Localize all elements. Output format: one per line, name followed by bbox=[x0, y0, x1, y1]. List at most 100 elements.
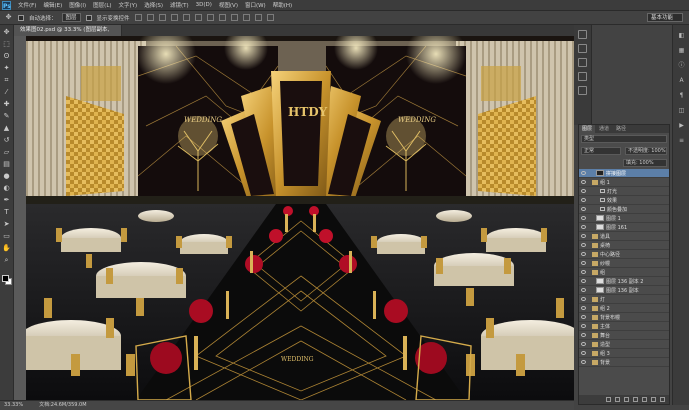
auto-select-dropdown[interactable]: 图层 bbox=[61, 13, 81, 22]
brush-icon[interactable]: ✎ bbox=[2, 112, 11, 121]
layer-row[interactable]: 灯光 bbox=[579, 187, 669, 196]
3d-pan-icon[interactable] bbox=[266, 14, 274, 21]
magic-wand-icon[interactable]: ✦ bbox=[2, 64, 11, 73]
layer-row[interactable]: 背景布幔 bbox=[579, 313, 669, 322]
adjustments-panel-icon[interactable] bbox=[578, 58, 587, 67]
align-middle-icon[interactable] bbox=[146, 14, 154, 21]
visibility-eye-icon[interactable] bbox=[581, 306, 586, 310]
layer-row[interactable]: 桌椅 bbox=[579, 241, 669, 250]
visibility-eye-icon[interactable] bbox=[581, 342, 586, 346]
healing-brush-icon[interactable]: ✚ bbox=[2, 100, 11, 109]
visibility-eye-icon[interactable] bbox=[581, 279, 586, 283]
crop-icon[interactable]: ⌗ bbox=[2, 76, 11, 85]
layer-kind-filter[interactable]: 类型 bbox=[581, 135, 667, 143]
layer-row[interactable]: 图层 161 bbox=[579, 223, 669, 232]
new-adjustment-icon[interactable] bbox=[633, 397, 638, 402]
layer-comps-panel-icon[interactable]: ≡ bbox=[677, 136, 686, 145]
info-panel-icon[interactable]: ⓘ bbox=[677, 61, 686, 70]
auto-select-checkbox[interactable] bbox=[18, 14, 24, 21]
layer-row[interactable]: 舞台 bbox=[579, 331, 669, 340]
layer-row[interactable]: 图层 136 副本 bbox=[579, 286, 669, 295]
visibility-eye-icon[interactable] bbox=[581, 207, 586, 211]
zoom-icon[interactable]: ⌕ bbox=[2, 256, 11, 265]
paragraph-panel-icon[interactable]: ¶ bbox=[677, 91, 686, 100]
type-icon[interactable]: T bbox=[2, 208, 11, 217]
new-layer-icon[interactable] bbox=[651, 397, 656, 402]
lasso-icon[interactable]: ʘ bbox=[2, 52, 11, 61]
visibility-eye-icon[interactable] bbox=[581, 351, 586, 355]
layer-row[interactable]: 效果 bbox=[579, 196, 669, 205]
add-mask-icon[interactable] bbox=[624, 397, 629, 402]
properties-panel-icon[interactable] bbox=[578, 44, 587, 53]
fill-field[interactable]: 填充: 100% bbox=[623, 159, 667, 167]
visibility-eye-icon[interactable] bbox=[581, 216, 586, 220]
menu-edit[interactable]: 编辑(E) bbox=[43, 1, 62, 9]
history-brush-icon[interactable]: ↺ bbox=[2, 136, 11, 145]
add-style-icon[interactable] bbox=[615, 397, 620, 402]
visibility-eye-icon[interactable] bbox=[581, 297, 586, 301]
blend-mode-select[interactable]: 正常 bbox=[581, 147, 621, 155]
layer-row[interactable]: 组 2 bbox=[579, 304, 669, 313]
menu-layer[interactable]: 图层(L) bbox=[93, 1, 111, 9]
menu-view[interactable]: 视图(V) bbox=[219, 1, 238, 9]
visibility-eye-icon[interactable] bbox=[581, 180, 586, 184]
move-tool-icon[interactable]: ✥ bbox=[4, 13, 13, 22]
3d-mode-icon[interactable] bbox=[242, 14, 250, 21]
menu-3d[interactable]: 3D(D) bbox=[196, 2, 212, 8]
styles-panel-icon[interactable] bbox=[578, 72, 587, 81]
document-tab[interactable]: 效果图02.psd @ 33.3% (图层副本, RGB/8) bbox=[14, 25, 122, 44]
shape-icon[interactable]: ▭ bbox=[2, 232, 11, 241]
menu-help[interactable]: 帮助(H) bbox=[273, 1, 292, 9]
3d-rotate-icon[interactable] bbox=[254, 14, 262, 21]
visibility-eye-icon[interactable] bbox=[581, 225, 586, 229]
align-center-icon[interactable] bbox=[182, 14, 190, 21]
visibility-eye-icon[interactable] bbox=[581, 315, 586, 319]
menu-type[interactable]: 文字(Y) bbox=[119, 1, 138, 9]
layer-row[interactable]: 图层 1 bbox=[579, 214, 669, 223]
move-icon[interactable]: ✥ bbox=[2, 28, 11, 37]
navigator-panel-icon[interactable]: ◫ bbox=[677, 106, 686, 115]
actions-panel-icon[interactable]: ▶ bbox=[677, 121, 686, 130]
layer-row[interactable]: 灯 bbox=[579, 295, 669, 304]
menu-window[interactable]: 窗口(W) bbox=[245, 1, 266, 9]
visibility-eye-icon[interactable] bbox=[581, 333, 586, 337]
layer-row[interactable]: 组 1 bbox=[579, 178, 669, 187]
zoom-level[interactable]: 33.33% bbox=[4, 401, 23, 410]
layer-row[interactable]: 拼接图层 bbox=[579, 169, 669, 178]
visibility-eye-icon[interactable] bbox=[581, 198, 586, 202]
align-right-icon[interactable] bbox=[194, 14, 202, 21]
new-group-icon[interactable] bbox=[642, 397, 647, 402]
align-left-icon[interactable] bbox=[170, 14, 178, 21]
canvas-area[interactable]: WEDDING WEDDING HTDY WEDDING bbox=[14, 36, 574, 400]
layer-row[interactable]: 造型 bbox=[579, 340, 669, 349]
distribute-middle-icon[interactable] bbox=[218, 14, 226, 21]
gradient-icon[interactable]: ▤ bbox=[2, 160, 11, 169]
layer-row[interactable]: 组 3 bbox=[579, 349, 669, 358]
delete-layer-icon[interactable] bbox=[660, 397, 665, 402]
marquee-icon[interactable]: ⬚ bbox=[2, 40, 11, 49]
tab-paths[interactable]: 路径 bbox=[613, 125, 629, 133]
visibility-eye-icon[interactable] bbox=[581, 261, 586, 265]
color-swatches[interactable] bbox=[2, 275, 12, 285]
swatches-panel-icon[interactable]: ▦ bbox=[677, 46, 686, 55]
tab-layers[interactable]: 图层 bbox=[579, 125, 596, 133]
brush-panel-icon[interactable] bbox=[578, 86, 587, 95]
visibility-eye-icon[interactable] bbox=[581, 171, 586, 175]
visibility-eye-icon[interactable] bbox=[581, 234, 586, 238]
align-bottom-icon[interactable] bbox=[158, 14, 166, 21]
history-panel-icon[interactable] bbox=[578, 30, 587, 39]
layer-row[interactable]: 主体 bbox=[579, 322, 669, 331]
layer-row[interactable]: 背景 bbox=[579, 358, 669, 367]
blur-icon[interactable]: ● bbox=[2, 172, 11, 181]
layer-row[interactable]: 道具 bbox=[579, 232, 669, 241]
foreground-color[interactable] bbox=[2, 275, 9, 282]
layer-row[interactable]: 组 bbox=[579, 268, 669, 277]
eyedropper-icon[interactable]: ⁄ bbox=[2, 88, 11, 97]
visibility-eye-icon[interactable] bbox=[581, 243, 586, 247]
visibility-eye-icon[interactable] bbox=[581, 288, 586, 292]
clone-stamp-icon[interactable]: ▲ bbox=[2, 124, 11, 133]
path-selection-icon[interactable]: ➤ bbox=[2, 220, 11, 229]
visibility-eye-icon[interactable] bbox=[581, 252, 586, 256]
color-panel-icon[interactable]: ◧ bbox=[677, 31, 686, 40]
hand-icon[interactable]: ✋ bbox=[2, 244, 11, 253]
